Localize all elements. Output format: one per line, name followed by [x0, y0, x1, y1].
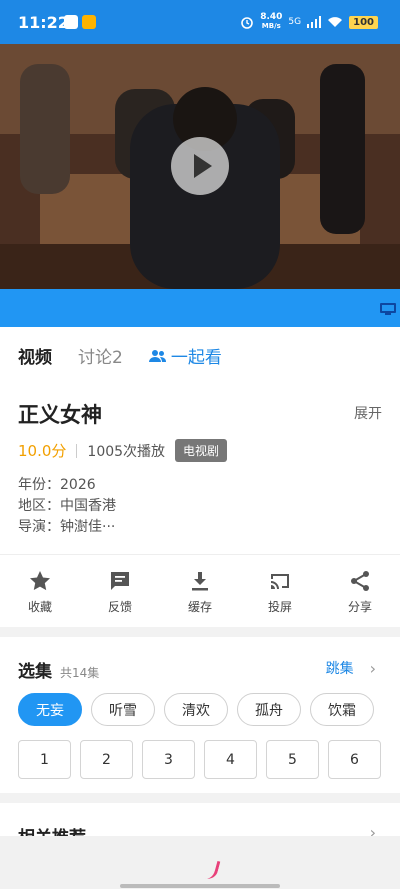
- show-info: 年份：2026 地区：中国香港 导演：钟澍佳···: [18, 475, 116, 538]
- episode-number[interactable]: 2: [80, 740, 133, 779]
- cast-label: 投屏: [267, 600, 292, 614]
- related-title: 相关推荐: [18, 823, 86, 836]
- cast-icon: [271, 574, 289, 589]
- play-count: 1005次播放: [87, 443, 166, 460]
- signal-icon: [307, 16, 322, 28]
- meta-row: 10.0分 1005次播放 电视剧: [18, 439, 228, 462]
- score: 10.0分: [18, 442, 67, 460]
- episode-chip[interactable]: 饮霜: [310, 693, 374, 726]
- episode-chips: 无妄 听雪 清欢 孤舟 饮霜: [18, 693, 374, 726]
- play-button[interactable]: [171, 137, 229, 195]
- wifi-icon: [328, 17, 343, 27]
- group-icon: [148, 349, 166, 362]
- app-notification-icon: [64, 15, 78, 29]
- episode-header: 选集 共14集: [18, 657, 99, 682]
- tab-video[interactable]: 视频: [18, 343, 52, 368]
- player-info-strip: [0, 289, 400, 327]
- episode-number[interactable]: 5: [266, 740, 319, 779]
- favorite-button[interactable]: 收藏: [0, 555, 80, 627]
- episode-chip[interactable]: 清欢: [164, 693, 228, 726]
- episode-number[interactable]: 6: [328, 740, 381, 779]
- jump-label: 跳集: [325, 661, 354, 677]
- detail-tabs: 视频 讨论2 一起看: [18, 343, 222, 368]
- chevron-right-icon: ›: [369, 658, 376, 678]
- chevron-right-icon: ›: [369, 823, 376, 836]
- episode-number[interactable]: 4: [204, 740, 257, 779]
- home-indicator[interactable]: [120, 884, 280, 888]
- divider: [76, 443, 78, 458]
- notification-icons: [64, 15, 96, 29]
- region-text: 地区：中国香港: [18, 498, 116, 514]
- show-title: 正义女神: [18, 403, 102, 427]
- app-notification-icon: [82, 15, 96, 29]
- related-section[interactable]: 相关推荐 ›: [0, 803, 400, 836]
- watch-together-label: 一起看: [170, 348, 222, 368]
- share-button[interactable]: 分享: [320, 555, 400, 627]
- bottom-bar: [0, 836, 400, 889]
- status-indicators: 8.40 MB/s 5G 100: [240, 13, 378, 31]
- download-button[interactable]: 缓存: [160, 555, 240, 627]
- tab-discussion[interactable]: 讨论2: [78, 343, 123, 368]
- episode-chip[interactable]: 无妄: [18, 693, 82, 726]
- status-bar: 11:22 8.40 MB/s 5G 100: [0, 0, 400, 44]
- download-label: 缓存: [187, 600, 212, 614]
- tab-watch-together[interactable]: 一起看: [148, 343, 222, 368]
- feedback-icon: [111, 572, 129, 590]
- jump-episode-button[interactable]: 跳集 ›: [326, 658, 376, 678]
- share-icon: [351, 571, 369, 591]
- loading-spinner-icon: [205, 859, 221, 881]
- episode-number[interactable]: 1: [18, 740, 71, 779]
- cast-button[interactable]: 投屏: [240, 555, 320, 627]
- battery-indicator: 100: [349, 15, 378, 29]
- favorite-label: 收藏: [27, 600, 52, 614]
- feedback-label: 反馈: [107, 600, 132, 614]
- expand-button[interactable]: 展开: [354, 403, 382, 423]
- share-label: 分享: [347, 600, 372, 614]
- net-speed: 8.40 MB/s: [260, 12, 283, 31]
- network-type: 5G: [288, 17, 302, 27]
- download-icon: [192, 572, 208, 591]
- detail-panel: 视频 讨论2 一起看 正义女神 展开 10.0分 1005次播放 电视剧 年份：…: [0, 327, 400, 627]
- action-bar: 收藏 反馈 缓存 投屏 分享: [0, 554, 400, 627]
- episode-chip[interactable]: 听雪: [91, 693, 155, 726]
- director-text: 导演：钟澍佳···: [18, 519, 116, 535]
- episode-count: 共14集: [60, 666, 100, 680]
- status-time: 11:22: [18, 13, 69, 32]
- episode-section: 选集 共14集 跳集 › 无妄 听雪 清欢 孤舟 饮霜 1 2 3 4 5 6: [0, 637, 400, 793]
- feedback-button[interactable]: 反馈: [80, 555, 160, 627]
- video-player[interactable]: [0, 44, 400, 289]
- episode-number[interactable]: 3: [142, 740, 195, 779]
- category-badge: 电视剧: [175, 439, 228, 462]
- episode-chip[interactable]: 孤舟: [237, 693, 301, 726]
- episode-title: 选集: [18, 662, 52, 682]
- year-text: 年份：2026: [18, 477, 96, 493]
- episode-numbers: 1 2 3 4 5 6: [18, 740, 381, 779]
- tv-icon[interactable]: [380, 302, 396, 315]
- star-icon: [30, 571, 50, 591]
- alarm-icon: [241, 17, 254, 29]
